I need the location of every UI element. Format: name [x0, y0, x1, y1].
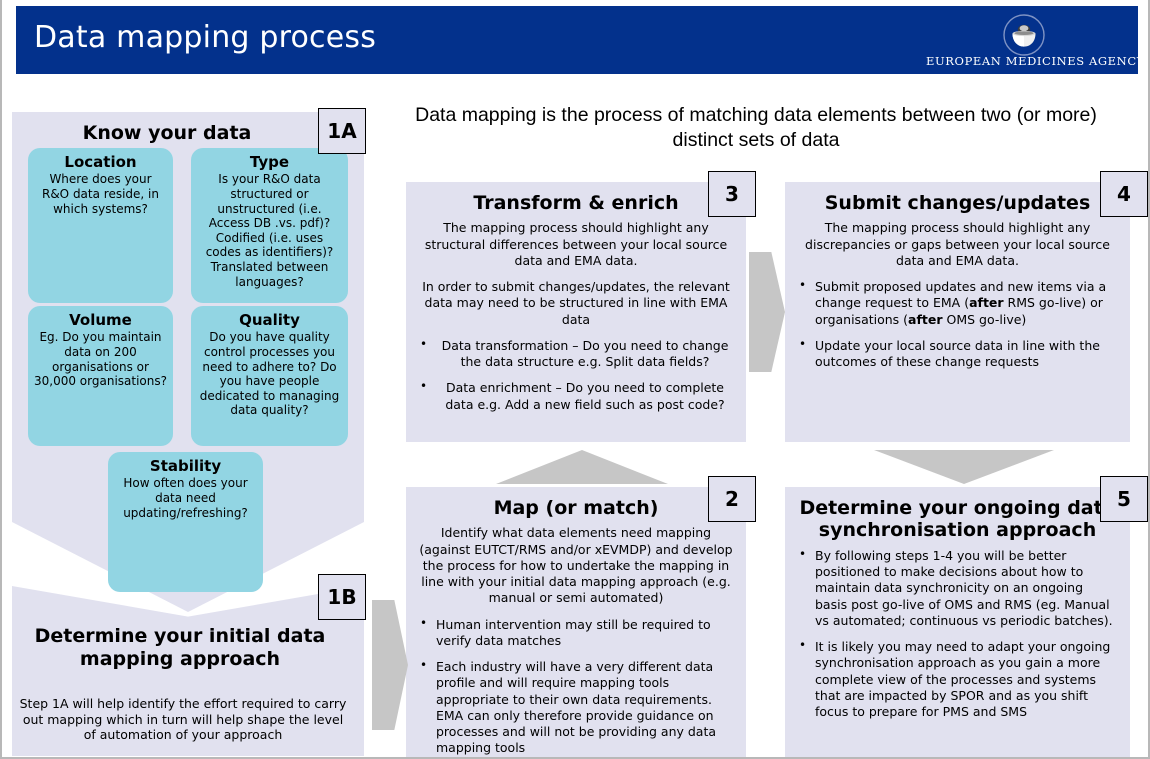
initial-approach-body: Step 1A will help identify the effort re…: [19, 696, 347, 743]
arrow-1b-to-2-icon: [372, 600, 408, 730]
step-badge-5: 5: [1100, 476, 1148, 522]
step-4-bullets: Submit proposed updates and new items vi…: [797, 278, 1118, 371]
step-4-paragraph-1: The mapping process should highlight any…: [805, 220, 1110, 268]
step-4-title: Submit changes/updates: [824, 192, 1091, 214]
step-4-submit-changes: Submit changes/updates The mapping proce…: [785, 182, 1130, 442]
list-item: Data transformation – Do you need to cha…: [418, 337, 734, 371]
list-item: Human intervention may still be required…: [418, 616, 734, 650]
know-box-volume-body: Eg. Do you maintain data on 200 organisa…: [34, 330, 167, 389]
step-3-title: Transform & enrich: [473, 192, 679, 214]
know-box-quality-title: Quality: [239, 311, 300, 329]
list-item: Update your local source data in line wi…: [797, 337, 1118, 371]
step-3-bullets: Data transformation – Do you need to cha…: [418, 337, 734, 413]
slide-header: Data mapping process EUROPEAN MEDICINES …: [16, 6, 1145, 74]
initial-approach-title: Determine your initial data mapping appr…: [34, 625, 326, 671]
list-item: It is likely you may need to adapt your …: [797, 638, 1118, 720]
step-3-transform-enrich: Transform & enrich The mapping process s…: [406, 182, 746, 442]
know-your-data-title: Know your data: [82, 122, 252, 144]
arrow-4-to-5-icon: [874, 450, 1054, 484]
step-5-bullets: By following steps 1-4 you will be bette…: [797, 547, 1118, 721]
intro-text: Data mapping is the process of matching …: [415, 104, 1097, 152]
know-box-stability: Stability How often does your data need …: [108, 452, 263, 592]
list-item: By following steps 1-4 you will be bette…: [797, 547, 1118, 629]
step-5-title: Determine your ongoing data synchronisat…: [799, 497, 1116, 542]
slide-canvas: Data mapping process EUROPEAN MEDICINES …: [0, 0, 1150, 759]
know-box-volume-title: Volume: [69, 311, 132, 329]
step-2-bullets: Human intervention may still be required…: [418, 616, 734, 757]
ema-logo: EUROPEAN MEDICINES AGENCY: [926, 10, 1145, 72]
step-2-title: Map (or match): [493, 497, 659, 519]
know-box-type: Type Is your R&O data structured or unst…: [191, 148, 348, 303]
step-3-paragraph-1: The mapping process should highlight any…: [424, 220, 728, 268]
step-5-ongoing-sync: Determine your ongoing data synchronisat…: [785, 487, 1130, 757]
arrow-3-to-4-icon: [749, 252, 785, 372]
step-3-paragraph-2: In order to submit changes/updates, the …: [422, 279, 730, 327]
arrow-2-to-3-icon: [496, 450, 668, 484]
ema-logo-text: EUROPEAN MEDICINES AGENCY: [926, 54, 1145, 68]
know-box-type-title: Type: [249, 153, 290, 171]
page-title: Data mapping process: [34, 20, 377, 55]
know-box-quality-body: Do you have quality control processes yo…: [199, 330, 340, 418]
know-box-location-body: Where does your R&O data reside, in whic…: [41, 172, 159, 216]
step-badge-1a: 1A: [318, 108, 366, 154]
list-item: Data enrichment – Do you need to complet…: [418, 379, 734, 413]
list-item: Submit proposed updates and new items vi…: [797, 278, 1118, 328]
list-item: Each industry will have a very different…: [418, 658, 734, 757]
mortar-bowl-icon: [1003, 14, 1045, 56]
step-2-map-or-match: Map (or match) Identify what data elemen…: [406, 487, 746, 757]
know-box-type-body: Is your R&O data structured or unstructu…: [205, 172, 334, 289]
step-2-paragraph-1: Identify what data elements need mapping…: [419, 525, 733, 606]
know-box-volume: Volume Eg. Do you maintain data on 200 o…: [28, 306, 173, 446]
step-badge-1b: 1B: [318, 574, 366, 620]
step-badge-3: 3: [708, 171, 756, 217]
know-box-quality: Quality Do you have quality control proc…: [191, 306, 348, 446]
know-box-stability-body: How often does your data need updating/r…: [123, 476, 248, 520]
know-box-stability-title: Stability: [149, 457, 222, 475]
step-badge-4: 4: [1100, 171, 1148, 217]
know-box-location: Location Where does your R&O data reside…: [28, 148, 173, 303]
know-box-location-title: Location: [64, 153, 137, 171]
step-badge-2: 2: [708, 476, 756, 522]
